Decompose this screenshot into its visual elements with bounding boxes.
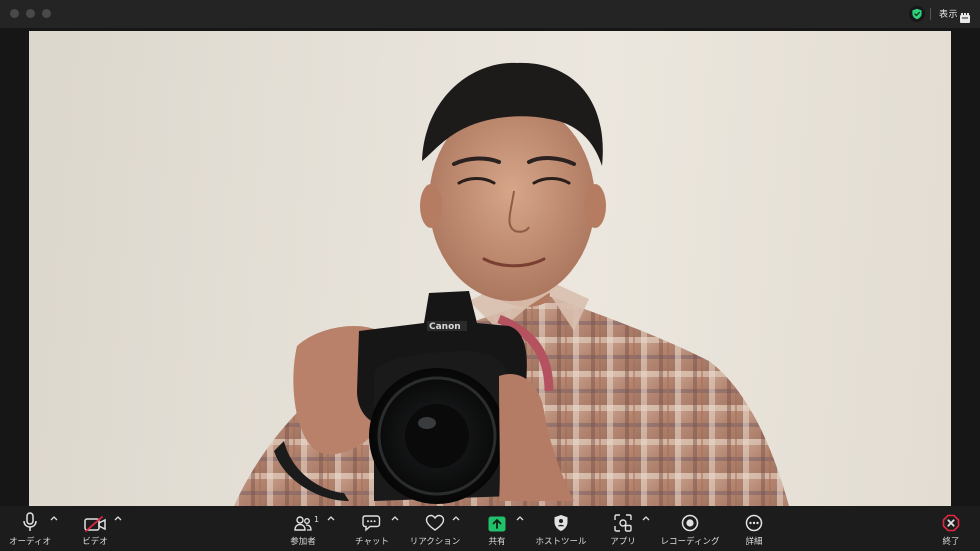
video-button[interactable]: ビデオ [78,506,112,551]
share-button[interactable]: 共有 [482,506,512,551]
chat-label: チャット [355,537,389,547]
reactions-options-chevron-icon[interactable] [452,515,460,521]
chat-icon [362,515,381,532]
recording-label: レコーディング [660,537,720,547]
microphone-icon [23,512,37,531]
meeting-toolbar: オーディオ ビデオ 参加者 1 チャット リアクション 共有 ホストツール アプ… [0,506,980,551]
apps-icon [614,514,632,532]
titlebar-divider [930,8,931,20]
host-tools-button[interactable]: ホストツール [533,506,589,551]
more-icon [745,514,763,532]
participants-label: 参加者 [290,537,316,547]
reactions-label: リアクション [409,537,461,547]
participants-count: 1 [314,515,320,524]
share-screen-icon [488,516,506,532]
audio-button[interactable]: オーディオ [7,506,53,551]
recording-button[interactable]: レコーディング [658,506,722,551]
heart-icon [425,514,445,531]
video-options-chevron-icon[interactable] [114,515,122,521]
host-tools-label: ホストツール [535,537,587,547]
audio-label: オーディオ [9,537,51,547]
participant-video-image: Canon [234,62,789,506]
more-button[interactable]: 詳細 [738,506,770,551]
participants-icon [294,516,312,531]
participants-button[interactable]: 参加者 [286,506,320,551]
camera-brand-logo: Canon [429,322,461,332]
participant-video[interactable]: Canon [29,31,951,506]
view-menu-label[interactable]: 表示 [939,7,958,20]
chat-options-chevron-icon[interactable] [391,515,399,521]
participants-options-chevron-icon[interactable] [327,515,335,521]
grid-view-icon[interactable] [960,8,970,27]
more-label: 詳細 [745,537,763,547]
video-label: ビデオ [82,537,108,547]
window-titlebar: 表示 [0,0,980,28]
chat-button[interactable]: チャット [352,506,392,551]
video-stage: Canon [0,28,980,506]
audio-options-chevron-icon[interactable] [50,515,58,521]
end-meeting-button[interactable]: 終了 [936,506,966,551]
share-options-chevron-icon[interactable] [516,515,524,521]
zoom-window-button[interactable] [42,9,51,18]
apps-button[interactable]: アプリ [606,506,640,551]
close-window-button[interactable] [10,9,19,18]
apps-label: アプリ [610,537,636,547]
apps-options-chevron-icon[interactable] [642,515,650,521]
host-shield-icon [554,515,568,531]
shield-check-icon[interactable] [909,6,925,22]
share-label: 共有 [488,537,506,547]
minimize-window-button[interactable] [26,9,35,18]
end-call-icon [942,514,960,532]
video-camera-off-icon [84,516,106,532]
record-icon [681,514,699,532]
end-meeting-label: 終了 [942,537,960,547]
reactions-button[interactable]: リアクション [406,506,464,551]
